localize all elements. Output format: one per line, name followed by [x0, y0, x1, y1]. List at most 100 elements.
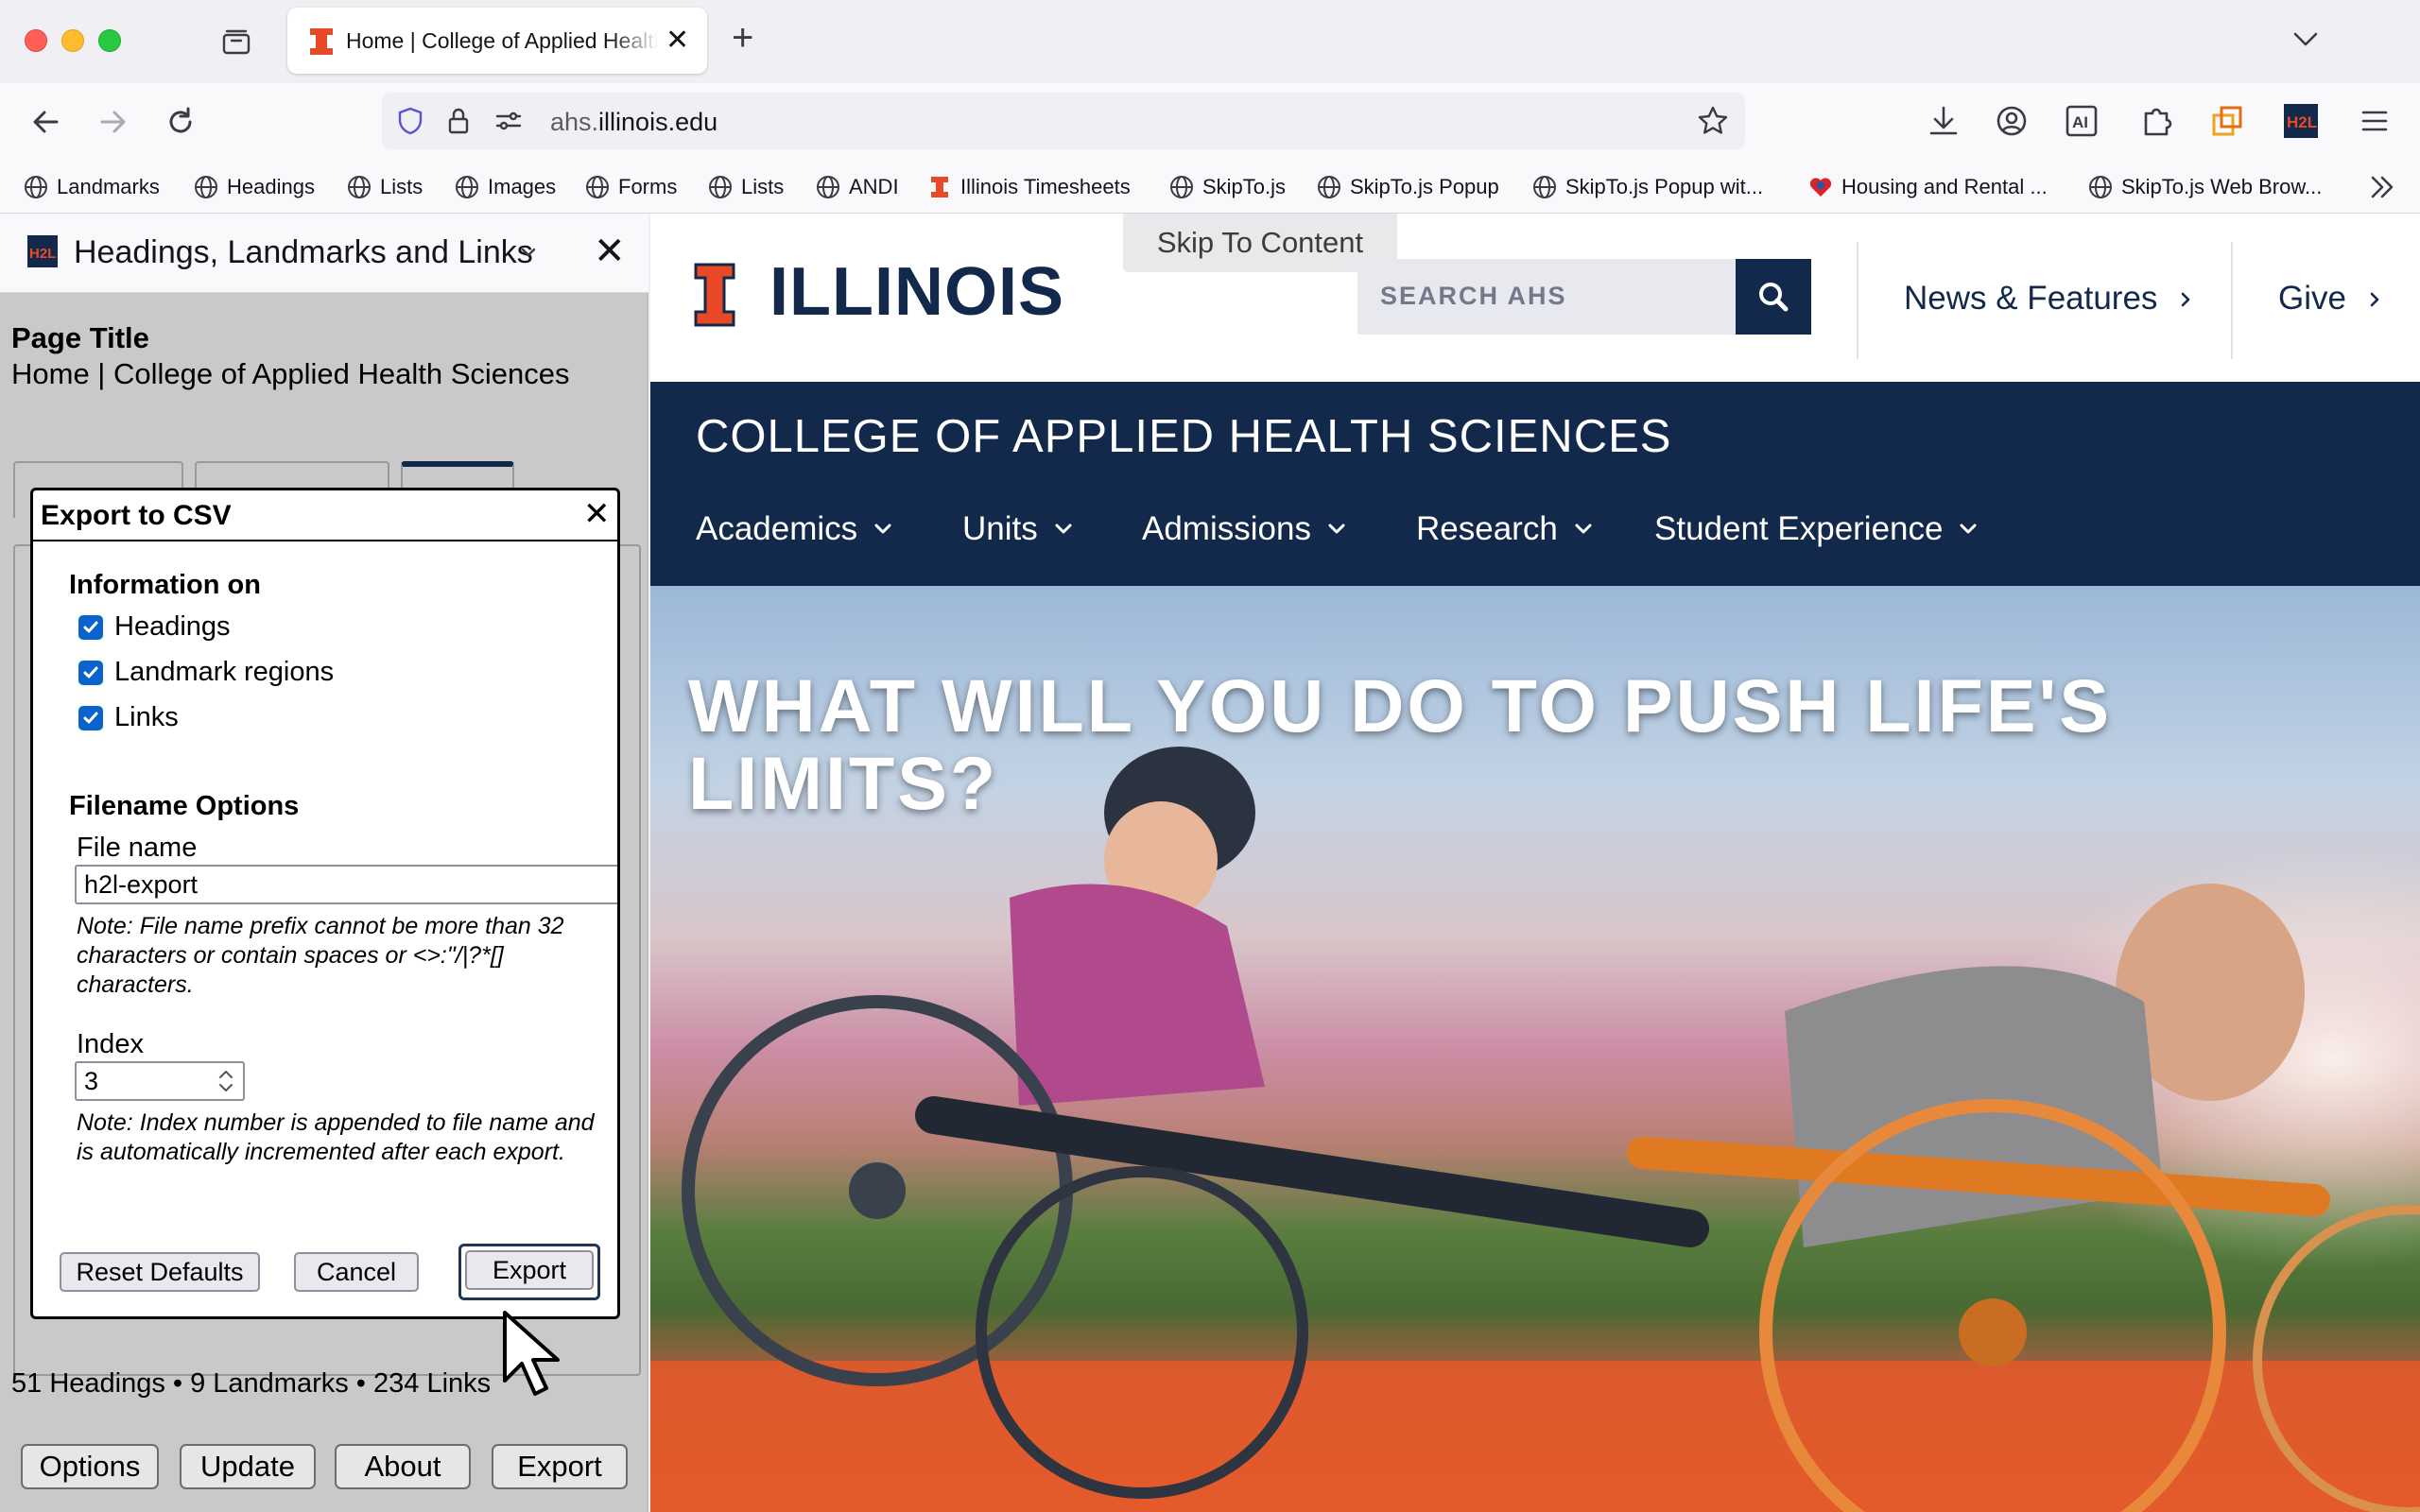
- svg-text:H2L: H2L: [29, 246, 56, 262]
- illinois-wordmark[interactable]: ILLINOIS: [769, 253, 1064, 331]
- dialog-export-button[interactable]: Export: [465, 1250, 594, 1290]
- links-checkbox[interactable]: [78, 705, 103, 730]
- college-navigation-band: COLLEGE OF APPLIED HEALTH SCIENCES Acade…: [650, 382, 2420, 586]
- page-title-value: Home | College of Applied Health Science…: [11, 357, 570, 390]
- index-note: Note: Index number is appended to file n…: [77, 1109, 595, 1165]
- svg-text:H2L: H2L: [2287, 113, 2317, 131]
- checkmark-icon: [83, 712, 98, 723]
- bookmark-item[interactable]: Housing and Rental ...: [1807, 172, 2048, 202]
- landmarks-checkbox-row[interactable]: Landmark regions: [78, 657, 334, 688]
- page-title-label: Page Title: [11, 321, 149, 354]
- bookmark-item[interactable]: Illinois Timesheets: [926, 172, 1131, 202]
- checkbox-label: Links: [114, 702, 179, 732]
- bookmark-item[interactable]: ANDI: [815, 172, 899, 202]
- new-tab-button[interactable]: +: [732, 19, 753, 57]
- tab-close-icon[interactable]: ✕: [666, 26, 689, 55]
- bookmark-item[interactable]: SkipTo.js Popup: [1316, 172, 1499, 202]
- bookmarks-overflow-chevron-icon[interactable]: [2365, 172, 2399, 202]
- index-number-input[interactable]: 3: [75, 1061, 245, 1101]
- search-button[interactable]: [1736, 259, 1811, 335]
- bookmark-item[interactable]: SkipTo.js Web Brow...: [2087, 172, 2322, 202]
- multi-window-extension-icon[interactable]: [2206, 100, 2248, 142]
- bookmark-item[interactable]: SkipTo.js Popup wit...: [1531, 172, 1763, 202]
- menu-hamburger-icon[interactable]: [2354, 100, 2395, 142]
- bookmark-item[interactable]: Images: [454, 172, 556, 202]
- search-icon: [1759, 283, 1789, 312]
- window-minimize-button[interactable]: [61, 29, 84, 52]
- about-button[interactable]: About: [335, 1444, 471, 1489]
- college-name[interactable]: COLLEGE OF APPLIED HEALTH SCIENCES: [696, 410, 1671, 463]
- forward-arrow-icon[interactable]: [91, 100, 134, 144]
- chevron-right-icon: [2181, 292, 2190, 307]
- list-all-tabs-chevron-icon[interactable]: [2290, 25, 2322, 53]
- bookmark-item[interactable]: Lists: [707, 172, 784, 202]
- window-zoom-button[interactable]: [98, 29, 121, 52]
- account-icon[interactable]: [1991, 100, 2032, 142]
- options-button[interactable]: Options: [21, 1444, 159, 1489]
- file-name-note: Note: File name prefix cannot be more th…: [77, 913, 564, 998]
- dialog-title: Export to CSV: [41, 500, 232, 531]
- cancel-button[interactable]: Cancel: [294, 1252, 419, 1292]
- skip-to-content-link[interactable]: Skip To Content: [1123, 214, 1397, 272]
- bookmark-item[interactable]: Lists: [346, 172, 423, 202]
- index-value: 3: [84, 1067, 99, 1095]
- bookmark-item[interactable]: SkipTo.js: [1168, 172, 1286, 202]
- file-name-input[interactable]: h2l-export: [75, 865, 617, 904]
- sidebar-header: H2L Headings, Landmarks and Links ✕: [0, 214, 648, 293]
- nav-item-admissions[interactable]: Admissions: [1142, 510, 1349, 548]
- tab-strip: Home | College of Applied Health Science…: [0, 0, 2420, 83]
- active-tab[interactable]: Home | College of Applied Health Science…: [287, 8, 707, 74]
- url-bar[interactable]: ahs.illinois.edu: [382, 93, 1745, 149]
- index-label: Index: [77, 1029, 144, 1059]
- bookmark-item[interactable]: Forms: [584, 172, 677, 202]
- sidebar-close-icon[interactable]: ✕: [594, 232, 626, 270]
- chevron-down-icon: [1575, 524, 1592, 534]
- bookmark-item[interactable]: Landmarks: [23, 172, 160, 202]
- spinner-arrows-icon[interactable]: [213, 1066, 239, 1096]
- chevron-down-icon[interactable]: [518, 242, 539, 263]
- give-link[interactable]: Give: [2278, 280, 2384, 318]
- search-placeholder: SEARCH AHS: [1380, 282, 1567, 310]
- globe-icon: [817, 176, 839, 198]
- tab-groups-icon[interactable]: [219, 26, 253, 57]
- news-features-link[interactable]: News & Features: [1904, 280, 2195, 318]
- sidebar-title[interactable]: Headings, Landmarks and Links: [74, 234, 533, 271]
- globe-icon: [1170, 176, 1193, 198]
- bookmark-star-icon[interactable]: [1696, 104, 1730, 138]
- ai-chatbot-icon[interactable]: AI: [2061, 100, 2102, 142]
- downloads-icon[interactable]: [1923, 100, 1964, 142]
- site-permissions-icon[interactable]: [493, 108, 524, 134]
- back-arrow-icon[interactable]: [25, 100, 68, 144]
- chevron-right-icon: [2370, 292, 2379, 307]
- globe-icon: [1318, 176, 1340, 198]
- checkmark-icon: [83, 621, 98, 632]
- information-on-label: Information on: [69, 570, 261, 600]
- landmarks-checkbox[interactable]: [78, 660, 103, 685]
- chevron-down-icon: [1055, 524, 1072, 534]
- checkmark-icon: [83, 666, 98, 678]
- nav-item-academics[interactable]: Academics: [696, 510, 895, 548]
- nav-item-research[interactable]: Research: [1416, 510, 1596, 548]
- window-close-button[interactable]: [25, 29, 47, 52]
- tracking-protection-shield-icon[interactable]: [395, 106, 425, 136]
- heart-house-icon: [1809, 178, 1832, 197]
- links-checkbox-row[interactable]: Links: [78, 702, 179, 733]
- illinois-block-i-logo-icon[interactable]: [694, 263, 735, 327]
- export-button[interactable]: Export: [492, 1444, 628, 1489]
- bookmarks-toolbar: Landmarks Headings Lists Images Forms Li…: [0, 161, 2420, 214]
- header-divider: [2231, 242, 2233, 359]
- update-button[interactable]: Update: [180, 1444, 316, 1489]
- reload-icon[interactable]: [159, 100, 202, 144]
- lock-icon[interactable]: [444, 106, 473, 136]
- bookmark-item[interactable]: Headings: [193, 172, 315, 202]
- nav-item-units[interactable]: Units: [962, 510, 1076, 548]
- nav-item-student-experience[interactable]: Student Experience: [1654, 510, 1980, 548]
- headings-checkbox[interactable]: [78, 614, 103, 640]
- extensions-puzzle-icon[interactable]: [2136, 100, 2178, 142]
- dialog-close-icon[interactable]: ✕: [583, 496, 611, 532]
- headings-checkbox-row[interactable]: Headings: [78, 611, 231, 643]
- h2l-extension-icon[interactable]: H2L: [2280, 100, 2322, 142]
- reset-defaults-button[interactable]: Reset Defaults: [60, 1252, 260, 1292]
- web-page-content: ILLINOIS Skip To Content SEARCH AHS News…: [650, 214, 2420, 1512]
- search-input[interactable]: SEARCH AHS: [1357, 259, 1743, 335]
